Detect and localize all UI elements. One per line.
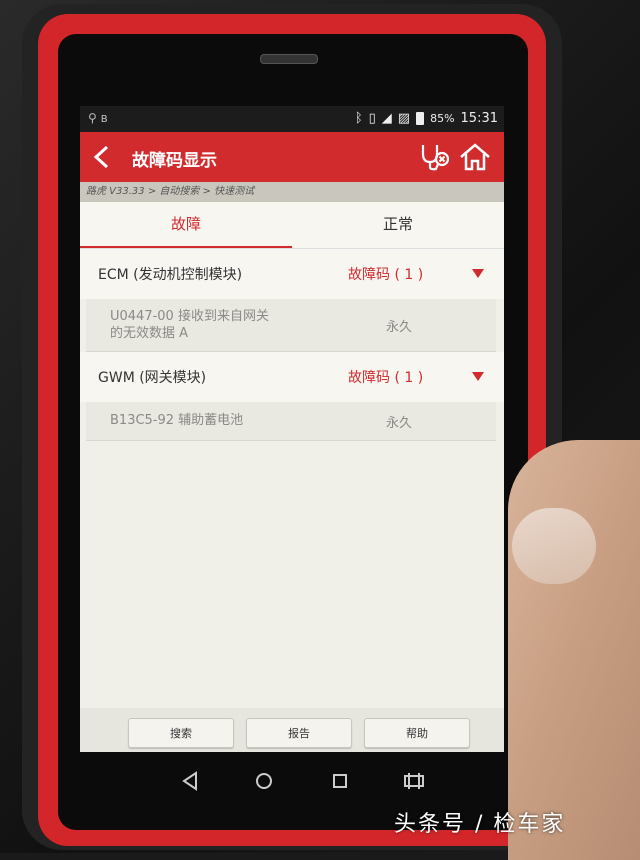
- breadcrumb: 路虎 V33.33 > 自动搜索 > 快速测试: [80, 182, 504, 202]
- code-status: 永久: [386, 320, 413, 335]
- battery-icon: [416, 112, 425, 125]
- fault-count: 故障码 ( 1 ): [348, 267, 424, 283]
- app-bar: 故障码显示: [80, 132, 504, 182]
- clock: 15:31: [460, 111, 498, 126]
- fault-count: 故障码 ( 1 ): [348, 370, 424, 386]
- bluetooth-icon: ᛒ: [354, 111, 363, 126]
- nav-back-icon[interactable]: [178, 770, 202, 792]
- code-row[interactable]: U0447-00 接收到来自网关 的无效数据 A 永久: [86, 299, 496, 352]
- bluetooth-notify-icon: ʙ: [100, 111, 108, 125]
- speaker-grille: [260, 54, 318, 64]
- code-row[interactable]: B13C5-92 辅助蓄电池 永久: [86, 402, 496, 441]
- tab-normal[interactable]: 正常: [292, 202, 504, 248]
- help-button[interactable]: 帮助: [364, 718, 470, 748]
- module-name: ECM (发动机控制模块): [98, 267, 243, 283]
- search-button[interactable]: 搜索: [128, 718, 234, 748]
- vibrate-icon: ▯: [368, 111, 376, 126]
- status-bar: ⚲ ʙ ᛒ ▯ ◢ ▨ 85% 15:31: [80, 106, 504, 132]
- module-row-gwm[interactable]: GWM (网关模块) 故障码 ( 1 ): [80, 352, 504, 402]
- tab-fault[interactable]: 故障: [80, 202, 292, 248]
- code-description: U0447-00 接收到来自网关 的无效数据 A: [110, 309, 269, 341]
- stethoscope-icon[interactable]: [418, 142, 450, 172]
- triangle-down-icon[interactable]: [472, 269, 484, 278]
- page-title: 故障码显示: [132, 151, 217, 171]
- status-right: ᛒ ▯ ◢ ▨ 85% 15:31: [355, 111, 498, 126]
- chevron-left-icon[interactable]: [90, 144, 114, 170]
- finger: [508, 440, 640, 860]
- bottom-toolbar: 搜索 报告 帮助: [80, 708, 504, 752]
- nav-recents-icon[interactable]: [328, 770, 352, 792]
- fingernail: [512, 508, 596, 584]
- notification-icons: ⚲ ʙ: [88, 111, 108, 125]
- nav-screenshot-icon[interactable]: [402, 770, 426, 792]
- android-nav-bar: [80, 752, 504, 811]
- report-button[interactable]: 报告: [246, 718, 352, 748]
- triangle-down-icon[interactable]: [472, 372, 484, 381]
- watermark: 头条号 / 检车家: [394, 812, 566, 837]
- usb-icon: ⚲: [88, 111, 97, 125]
- module-name: GWM (网关模块): [98, 370, 207, 386]
- code-description: B13C5-92 辅助蓄电池: [110, 413, 244, 428]
- battery-percent: 85%: [430, 112, 455, 125]
- module-row-ecm[interactable]: ECM (发动机控制模块) 故障码 ( 1 ): [80, 249, 504, 299]
- nav-home-icon[interactable]: [252, 770, 276, 792]
- screen: ⚲ ʙ ᛒ ▯ ◢ ▨ 85% 15:31 故障码显示 路虎 V33.33 > …: [80, 106, 504, 811]
- home-icon[interactable]: [458, 142, 492, 172]
- signal-icon: ◢: [381, 111, 392, 126]
- tab-bar: 故障 正常: [80, 202, 504, 248]
- no-sim-icon: ▨: [397, 111, 411, 126]
- code-status: 永久: [386, 416, 413, 431]
